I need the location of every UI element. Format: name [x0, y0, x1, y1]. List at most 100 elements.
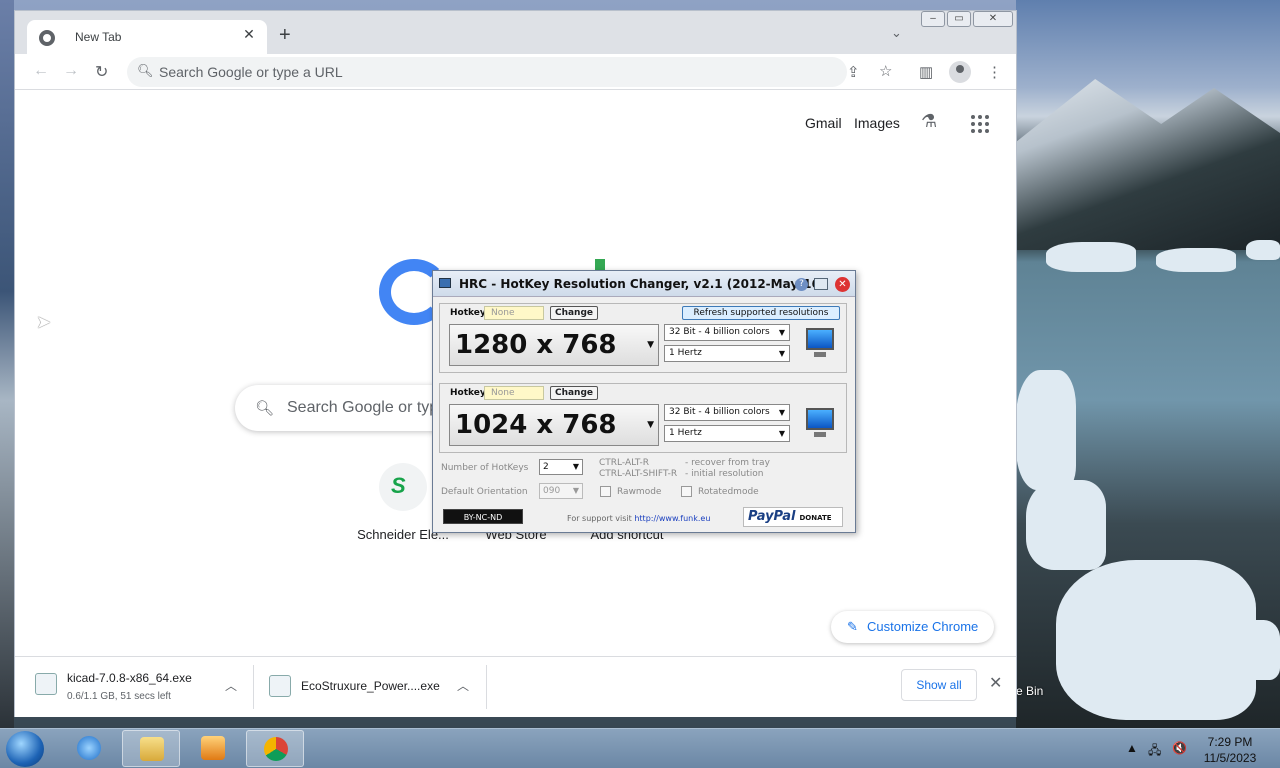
tab-search-chevron-icon[interactable]: ⌄ [891, 25, 902, 41]
close-icon[interactable]: ✕ [835, 277, 850, 292]
media-player-icon [201, 736, 225, 760]
installer-file-icon [35, 673, 57, 695]
dropdown-arrow-icon: ▼ [572, 486, 579, 495]
dropdown-arrow-icon: ▼ [647, 420, 654, 430]
bookmark-star-icon[interactable]: ☆ [879, 62, 892, 80]
color-depth-value: 32 Bit - 4 billion colors [669, 327, 770, 337]
dropdown-arrow-icon: ▼ [778, 328, 785, 337]
change-hotkey-button[interactable]: Change [550, 306, 598, 320]
paypal-donate-button[interactable]: PayPal DONATE [743, 507, 843, 527]
support-text: For support visit http://www.funk.eu [567, 514, 710, 523]
show-all-button[interactable]: Show all [901, 669, 977, 701]
back-arrow-icon[interactable]: ← [33, 62, 49, 80]
volume-muted-icon[interactable]: 🔇 [1172, 741, 1187, 755]
support-label: For support visit [567, 514, 632, 523]
taskbar-media-player[interactable] [184, 730, 242, 767]
support-link[interactable]: http://www.funk.eu [634, 514, 710, 523]
taskbar: ▲ 🖧 🔇 7:29 PM 11/5/2023 [0, 728, 1280, 768]
images-link[interactable]: Images [854, 115, 900, 131]
hotkey-field[interactable]: None [484, 386, 544, 400]
refresh-rate-select[interactable]: 1 Hertz ▼ [664, 425, 790, 442]
hint-key: CTRL-ALT-R [599, 458, 650, 468]
start-button-icon[interactable] [6, 731, 44, 767]
tab-close-icon[interactable]: ✕ [239, 26, 259, 43]
help-icon[interactable]: ? [795, 278, 808, 291]
download-status: 0.6/1.1 GB, 51 secs left [67, 691, 171, 702]
download-name: kicad-7.0.8-x86_64.exe [67, 671, 192, 685]
rotatedmode-checkbox[interactable] [681, 486, 692, 497]
refresh-resolutions-button[interactable]: Refresh supported resolutions [682, 306, 840, 320]
omnibox-placeholder: Search Google or type a URL [159, 64, 343, 80]
resolution-profile-1: Hotkey None Change Refresh supported res… [439, 303, 847, 373]
dropdown-arrow-icon: ▼ [572, 462, 579, 471]
window-controls: – ▭ ✕ [921, 11, 1013, 27]
labs-flask-icon[interactable]: ⚗ [921, 111, 937, 132]
schneider-logo-icon: S [379, 463, 427, 511]
creative-commons-badge[interactable]: BY-NC-ND [443, 509, 523, 524]
orientation-value: 090 [543, 486, 561, 496]
system-clock[interactable]: 7:29 PM 11/5/2023 [1198, 734, 1262, 766]
installer-file-icon [269, 675, 291, 697]
hint-desc: - recover from tray [685, 458, 770, 468]
pencil-icon: ✎ [847, 619, 858, 634]
search-icon: 🔍︎ [137, 63, 154, 78]
new-tab-button[interactable]: + [279, 24, 291, 47]
tab-new-tab[interactable]: New Tab ✕ [27, 20, 267, 54]
gmail-link[interactable]: Gmail [805, 115, 842, 131]
mouse-cursor-icon: ➤ [36, 312, 52, 332]
wallpaper-ice [1046, 242, 1136, 272]
license-text: BY-NC-ND [463, 513, 503, 522]
side-panel-icon[interactable]: ▥ [919, 63, 933, 81]
taskbar-chrome[interactable] [246, 730, 304, 767]
search-icon: 🔍︎ [255, 400, 275, 417]
taskbar-internet-explorer[interactable] [60, 730, 118, 767]
taskbar-file-explorer[interactable] [122, 730, 180, 767]
recycle-bin-label[interactable]: e Bin [1016, 684, 1043, 698]
rawmode-label: Rawmode [617, 487, 662, 497]
close-download-bar-icon[interactable]: ✕ [989, 673, 1002, 693]
resolution-dropdown[interactable]: 1024 x 768 ▼ [449, 404, 659, 446]
num-hotkeys-label: Number of HotKeys [441, 463, 529, 473]
color-depth-select[interactable]: 32 Bit - 4 billion colors ▼ [664, 404, 790, 421]
rawmode-checkbox[interactable] [600, 486, 611, 497]
profile-avatar-icon[interactable] [949, 61, 971, 83]
resolution-dropdown[interactable]: 1280 x 768 ▼ [449, 324, 659, 366]
change-hotkey-button[interactable]: Change [550, 386, 598, 400]
color-depth-select[interactable]: 32 Bit - 4 billion colors ▼ [664, 324, 790, 341]
chevron-up-icon[interactable]: ︿ [457, 677, 469, 694]
minimize-button[interactable]: – [921, 11, 945, 27]
customize-chrome-button[interactable]: ✎ Customize Chrome [831, 611, 995, 643]
google-apps-icon[interactable] [971, 115, 989, 133]
desktop-wallpaper [1016, 0, 1280, 728]
hotkey-label: Hotkey [450, 388, 486, 398]
show-hidden-icons-chevron-icon[interactable]: ▲ [1126, 741, 1138, 755]
chevron-up-icon[interactable]: ︿ [225, 677, 237, 694]
download-item[interactable]: EcoStruxure_Power....exe ︿ [263, 657, 483, 718]
menu-kebab-icon[interactable]: ⋮ [987, 63, 1002, 81]
dropdown-arrow-icon: ▼ [778, 349, 785, 358]
download-divider [253, 665, 254, 709]
num-hotkeys-select[interactable]: 2 ▼ [539, 459, 583, 475]
resolution-value: 1024 x 768 [455, 410, 617, 440]
omnibox[interactable]: 🔍︎ Search Google or type a URL ⇪ ☆ [127, 57, 892, 87]
reload-icon[interactable]: ↻ [95, 62, 108, 82]
maximize-button[interactable]: ▭ [947, 11, 971, 27]
close-window-button[interactable]: ✕ [973, 11, 1013, 27]
chrome-icon [264, 737, 288, 761]
apply-monitor-icon[interactable] [806, 328, 834, 357]
clock-time: 7:29 PM [1207, 735, 1253, 749]
hrc-titlebar[interactable]: HRC - HotKey Resolution Changer, v2.1 (2… [433, 271, 855, 297]
download-bar: kicad-7.0.8-x86_64.exe 0.6/1.1 GB, 51 se… [15, 656, 1016, 717]
orientation-label: Default Orientation [441, 487, 528, 497]
download-item[interactable]: kicad-7.0.8-x86_64.exe 0.6/1.1 GB, 51 se… [29, 657, 249, 718]
minimize-to-tray-icon[interactable] [814, 278, 828, 290]
forward-arrow-icon[interactable]: → [63, 62, 79, 80]
hotkey-field[interactable]: None [484, 306, 544, 320]
share-icon[interactable]: ⇪ [847, 63, 860, 81]
refresh-rate-select[interactable]: 1 Hertz ▼ [664, 345, 790, 362]
network-icon[interactable]: 🖧 [1148, 741, 1161, 762]
internet-explorer-icon [77, 736, 101, 760]
apply-monitor-icon[interactable] [806, 408, 834, 437]
orientation-select[interactable]: 090 ▼ [539, 483, 583, 499]
wallpaper-ice [1156, 248, 1236, 272]
